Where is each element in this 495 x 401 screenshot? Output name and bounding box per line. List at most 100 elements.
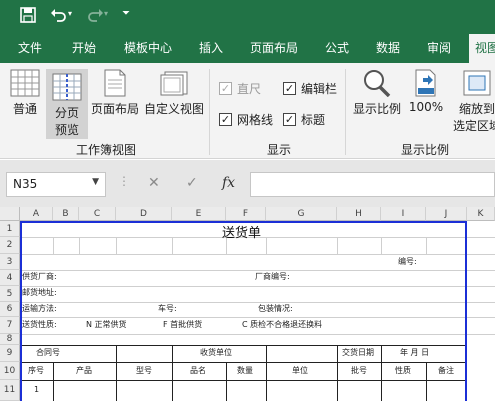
tab-data[interactable]: 数据	[376, 34, 400, 63]
gridlines-checkbox[interactable]: ✓ 网格线	[219, 111, 273, 128]
worksheet[interactable]: A B C D E F G H I J K 1 2 3 4 5 6 7 8 9 …	[0, 207, 495, 401]
group-separator	[209, 69, 210, 155]
row-header-3[interactable]: 3	[0, 254, 20, 270]
sheet-title: 送货单	[222, 226, 262, 241]
column-header-h[interactable]: H	[337, 207, 381, 221]
option-normal-supply: N 正常供货	[86, 320, 127, 329]
page-layout-label: 页面布局	[90, 102, 139, 116]
normal-view-icon	[10, 69, 40, 97]
undo-icon[interactable]	[50, 7, 68, 27]
cancel-icon[interactable]: ✕	[148, 175, 160, 191]
page-break-preview-label-2: 预览	[54, 123, 79, 137]
shipping-method-label: 运输方法:	[22, 304, 57, 313]
header-serial: 序号	[28, 366, 44, 375]
header-product: 产品	[76, 366, 92, 375]
redo-dropdown-icon[interactable]: ▾	[104, 9, 108, 18]
headings-label: 标题	[301, 113, 326, 127]
zoom-to-selection-icon	[463, 70, 491, 96]
tab-view[interactable]: 视图	[469, 34, 495, 63]
column-header-c[interactable]: C	[79, 207, 116, 221]
vehicle-number-label: 车号:	[158, 304, 177, 313]
custom-views-icon	[160, 71, 188, 96]
option-first-batch: F 首批供货	[163, 320, 203, 329]
ruler-checkbox[interactable]: ✓ 直尺	[219, 80, 261, 97]
zoom-100-button[interactable]: 100%	[406, 69, 446, 131]
column-header-j[interactable]: J	[426, 207, 467, 221]
title-bar: ▾ ▾ ⏷	[0, 0, 495, 34]
tab-review[interactable]: 审阅	[427, 34, 451, 63]
column-header-k[interactable]: K	[467, 207, 495, 221]
row-serial-1: 1	[34, 385, 40, 394]
tab-formulas[interactable]: 公式	[325, 34, 349, 63]
tab-insert[interactable]: 插入	[199, 34, 223, 63]
row-header-1[interactable]: 1	[0, 221, 20, 237]
save-icon[interactable]	[20, 7, 36, 27]
ribbon: 普通 分页 预览 页面布局 自定义视图 工作簿视图 ✓ 直尺 ✓ 编辑栏 ✓ 网…	[0, 63, 495, 159]
column-header-i[interactable]: I	[381, 207, 426, 221]
row-header-5[interactable]: 5	[0, 286, 20, 302]
normal-view-button[interactable]: 普通	[6, 69, 44, 131]
column-header-g[interactable]: G	[266, 207, 337, 221]
page-break-preview-button[interactable]: 分页 预览	[46, 69, 88, 139]
enter-icon[interactable]: ✓	[186, 175, 198, 191]
row-header-11[interactable]: 11	[0, 380, 20, 401]
header-item-name: 品名	[190, 366, 206, 375]
zoom-to-selection-label-2: 选定区域	[452, 119, 495, 133]
ribbon-tabs: 文件 开始 模板中心 插入 页面布局 公式 数据 审阅 视图	[0, 34, 495, 63]
packing-label: 包装情况:	[258, 304, 293, 313]
supplier-label: 供货厂商:	[22, 272, 57, 281]
tab-template-center[interactable]: 模板中心	[124, 34, 172, 63]
tab-home[interactable]: 开始	[72, 34, 96, 63]
receiver-label: 收货单位	[200, 348, 232, 357]
page-layout-icon	[104, 69, 126, 97]
redo-icon[interactable]	[86, 7, 104, 27]
headings-checkbox[interactable]: ✓ 标题	[283, 111, 325, 128]
header-model: 型号	[136, 366, 152, 375]
customize-icon[interactable]: ⏷	[122, 8, 130, 19]
ruler-check-icon: ✓	[219, 82, 232, 95]
column-header-a[interactable]: A	[20, 207, 53, 221]
header-quantity: 数量	[237, 366, 253, 375]
date-placeholder: 年 月 日	[400, 348, 430, 357]
normal-view-label: 普通	[12, 102, 37, 116]
row-header-7[interactable]: 7	[0, 317, 20, 334]
column-header-d[interactable]: D	[116, 207, 172, 221]
select-all-corner[interactable]	[0, 207, 20, 221]
formula-bar-grip-icon: ⋮	[118, 174, 130, 188]
insert-function-icon[interactable]: fx	[222, 175, 235, 191]
zoom-label: 显示比例	[352, 102, 401, 116]
column-header-b[interactable]: B	[53, 207, 79, 221]
formula-input[interactable]	[250, 172, 495, 197]
undo-dropdown-icon[interactable]: ▾	[68, 9, 72, 18]
row-header-10[interactable]: 10	[0, 362, 20, 380]
formula-bar-checkbox[interactable]: ✓ 编辑栏	[283, 80, 337, 97]
custom-views-button[interactable]: 自定义视图	[142, 69, 206, 131]
group-label-workbook-views: 工作簿视图	[76, 143, 137, 157]
name-box[interactable]: N35 ▼	[6, 172, 106, 197]
zoom-button[interactable]: 显示比例	[352, 69, 402, 131]
option-quality-return: C 质检不合格退还换料	[242, 320, 323, 329]
page-layout-view-button[interactable]: 页面布局	[89, 69, 141, 131]
row-header-4[interactable]: 4	[0, 270, 20, 286]
column-header-f[interactable]: F	[226, 207, 266, 221]
contract-number-label: 合同号	[36, 348, 60, 357]
group-label-zoom: 显示比例	[401, 143, 450, 157]
ruler-label: 直尺	[237, 82, 262, 96]
zoom-to-selection-label-1: 缩放到	[458, 102, 495, 116]
zoom-to-selection-button[interactable]: 缩放到 选定区域	[447, 69, 495, 141]
gridlines-label: 网格线	[237, 113, 274, 127]
tab-page-layout[interactable]: 页面布局	[250, 34, 298, 63]
page-break-preview-icon	[52, 73, 82, 101]
tab-file[interactable]: 文件	[18, 34, 42, 63]
formula-bar-area: N35 ▼ ⋮ ✕ ✓ fx	[0, 160, 495, 207]
row-header-8[interactable]: 8	[0, 334, 20, 345]
column-header-e[interactable]: E	[172, 207, 226, 221]
formula-bar-label: 编辑栏	[301, 82, 338, 96]
row-header-2[interactable]: 2	[0, 237, 20, 254]
gridlines-check-icon: ✓	[219, 113, 232, 126]
group-separator	[345, 69, 346, 155]
row-header-9[interactable]: 9	[0, 345, 20, 362]
zoom-100-label: 100%	[408, 100, 444, 114]
name-box-dropdown-icon[interactable]: ▼	[92, 177, 99, 187]
row-header-6[interactable]: 6	[0, 302, 20, 317]
